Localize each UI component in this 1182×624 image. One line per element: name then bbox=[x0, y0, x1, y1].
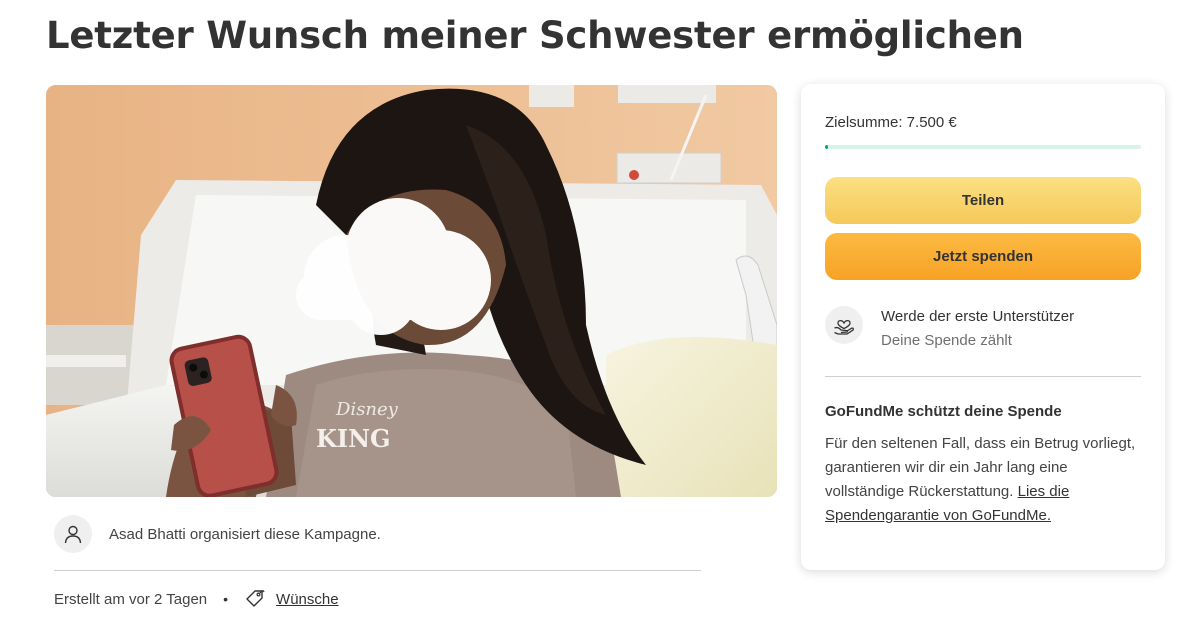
goal-amount: Zielsumme: 7.500 € bbox=[825, 114, 957, 131]
supporter-title: Werde der erste Unterstützer bbox=[881, 308, 1075, 325]
shirt-print-top: Disney bbox=[335, 399, 399, 420]
page-title: Letzter Wunsch meiner Schwester ermöglic… bbox=[46, 14, 1024, 57]
first-supporter-prompt: Werde der erste Unterstützer Deine Spend… bbox=[825, 305, 1074, 353]
campaign-hero-image: Disney KING bbox=[46, 85, 777, 497]
created-date: Erstellt am vor 2 Tagen bbox=[54, 590, 208, 608]
campaign-meta: Erstellt am vor 2 Tagen • Wünsche bbox=[54, 586, 339, 612]
shirt-print-bottom: KING bbox=[316, 424, 391, 453]
protection-text: Für den seltenen Fall, dass ein Betrug v… bbox=[825, 432, 1145, 528]
supporter-subtitle: Deine Spende zählt bbox=[881, 332, 1012, 349]
hero-photo-illustration: Disney KING bbox=[46, 85, 777, 497]
organizer-text: Asad Bhatti organisiert diese Kampagne. bbox=[109, 525, 381, 543]
user-icon bbox=[54, 515, 92, 553]
divider bbox=[54, 570, 701, 571]
divider bbox=[825, 376, 1141, 377]
meta-separator: • bbox=[223, 591, 229, 607]
heart-hand-icon bbox=[825, 306, 863, 344]
donate-button[interactable]: Jetzt spenden bbox=[825, 233, 1141, 280]
progress-bar bbox=[825, 145, 1141, 149]
share-button[interactable]: Teilen bbox=[825, 177, 1141, 224]
tag-icon bbox=[244, 588, 266, 610]
protection-title: GoFundMe schützt deine Spende bbox=[825, 403, 1062, 420]
category-link[interactable]: Wünsche bbox=[276, 591, 339, 608]
organizer-info: Asad Bhatti organisiert diese Kampagne. bbox=[54, 515, 381, 553]
protection-description: Für den seltenen Fall, dass ein Betrug v… bbox=[825, 435, 1136, 500]
progress-fill bbox=[825, 145, 829, 149]
donation-card: Zielsumme: 7.500 € Teilen Jetzt spenden … bbox=[801, 84, 1165, 570]
